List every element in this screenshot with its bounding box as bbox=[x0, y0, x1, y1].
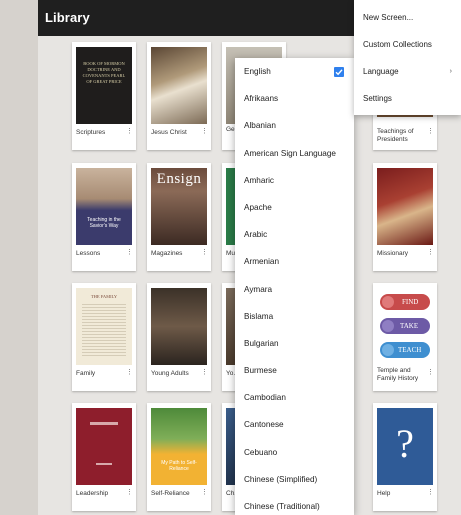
card-label: Magazines bbox=[151, 250, 183, 257]
young-adults-cover bbox=[151, 288, 207, 365]
app-title: Library bbox=[45, 10, 90, 25]
more-options-icon[interactable]: ⋮ bbox=[427, 489, 434, 496]
scriptures-cover: BOOK OF MORMON DOCTRINE AND COVENANTS PE… bbox=[76, 47, 132, 124]
family-cover-text: THE FAMILY bbox=[90, 294, 118, 299]
take-badge: TAKE bbox=[380, 318, 430, 334]
more-options-icon[interactable]: ⋮ bbox=[126, 489, 133, 496]
menu-item-new-screen[interactable]: New Screen... bbox=[354, 4, 461, 31]
lessons-cover: Teaching in the Savior's Way bbox=[76, 168, 132, 245]
library-card-leadership[interactable]: Leadership ⋮ bbox=[72, 403, 136, 511]
teach-icon bbox=[382, 344, 394, 356]
card-label: Scriptures bbox=[76, 129, 106, 136]
language-option-american-sign-language[interactable]: American Sign Language bbox=[235, 140, 354, 167]
menu-item-settings[interactable]: Settings bbox=[354, 85, 461, 112]
more-options-icon[interactable]: ⋮ bbox=[126, 128, 133, 135]
magazines-cover: Ensign bbox=[151, 168, 207, 245]
language-option-cambodian[interactable]: Cambodian bbox=[235, 384, 354, 411]
more-options-icon[interactable]: ⋮ bbox=[201, 489, 208, 496]
library-card-magazines[interactable]: Ensign Magazines ⋮ bbox=[147, 163, 211, 271]
teach-badge-label: TEACH bbox=[398, 346, 422, 354]
menu-item-custom-collections[interactable]: Custom Collections bbox=[354, 31, 461, 58]
find-icon bbox=[382, 296, 394, 308]
library-card-family[interactable]: THE FAMILY Family ⋮ bbox=[72, 283, 136, 391]
card-label: Young Adults bbox=[151, 370, 189, 377]
more-options-icon[interactable]: ⋮ bbox=[427, 249, 434, 256]
card-label: Leadership bbox=[76, 490, 109, 497]
language-option-chinese-simplified[interactable]: Chinese (Simplified) bbox=[235, 466, 354, 493]
card-label: Teachings of Presidents bbox=[377, 128, 414, 143]
chevron-right-icon: › bbox=[449, 68, 452, 75]
library-card-temple-and-family-history[interactable]: FIND TAKE TEACH Temple and Family Histor… bbox=[373, 283, 437, 391]
language-option-chinese-traditional[interactable]: Chinese (Traditional) bbox=[235, 493, 354, 515]
language-option-cebuano[interactable]: Cebuano bbox=[235, 439, 354, 466]
family-proclamation-text-lines bbox=[82, 304, 126, 356]
language-option-burmese[interactable]: Burmese bbox=[235, 357, 354, 384]
language-option-label: English bbox=[244, 67, 271, 76]
lessons-cover-text: Teaching in the Savior's Way bbox=[87, 217, 121, 229]
card-label: Missionary bbox=[377, 250, 409, 257]
card-label: Lessons bbox=[76, 250, 101, 257]
leadership-cover-rule bbox=[90, 422, 118, 425]
help-question-icon: ? bbox=[396, 421, 414, 466]
language-option-amharic[interactable]: Amharic bbox=[235, 167, 354, 194]
checkmark-icon bbox=[334, 67, 344, 77]
library-card-missionary[interactable]: Missionary ⋮ bbox=[373, 163, 437, 271]
card-label: Temple and Family History bbox=[377, 367, 419, 382]
self-reliance-cover: My Path to Self-Reliance bbox=[151, 408, 207, 485]
leadership-cover bbox=[76, 408, 132, 485]
language-option-armenian[interactable]: Armenian bbox=[235, 248, 354, 275]
more-options-icon[interactable]: ⋮ bbox=[126, 249, 133, 256]
help-cover: ? bbox=[377, 408, 433, 485]
language-option-apache[interactable]: Apache bbox=[235, 194, 354, 221]
language-option-arabic[interactable]: Arabic bbox=[235, 221, 354, 248]
library-card-help[interactable]: ? Help ⋮ bbox=[373, 403, 437, 511]
self-reliance-cover-text: My Path to Self-Reliance bbox=[161, 460, 197, 472]
left-margin bbox=[0, 0, 38, 515]
overflow-menu[interactable]: New Screen... Custom Collections Languag… bbox=[354, 0, 461, 115]
more-options-icon[interactable]: ⋮ bbox=[427, 128, 434, 135]
missionary-cover bbox=[377, 168, 433, 245]
leadership-cover-rule-bottom bbox=[96, 463, 112, 465]
find-badge-label: FIND bbox=[402, 298, 419, 306]
more-options-icon[interactable]: ⋮ bbox=[427, 369, 434, 376]
library-card-young-adults[interactable]: Young Adults ⋮ bbox=[147, 283, 211, 391]
scriptures-cover-text: BOOK OF MORMON DOCTRINE AND COVENANTS PE… bbox=[82, 61, 126, 84]
more-options-icon[interactable]: ⋮ bbox=[201, 249, 208, 256]
language-option-bulgarian[interactable]: Bulgarian bbox=[235, 330, 354, 357]
take-badge-label: TAKE bbox=[400, 322, 419, 330]
language-option-english[interactable]: English bbox=[235, 58, 354, 85]
family-cover: THE FAMILY bbox=[76, 288, 132, 365]
menu-item-language[interactable]: Language › bbox=[354, 58, 461, 85]
language-menu[interactable]: English Afrikaans Albanian American Sign… bbox=[235, 58, 354, 515]
jesus-christ-cover bbox=[151, 47, 207, 124]
library-card-scriptures[interactable]: BOOK OF MORMON DOCTRINE AND COVENANTS PE… bbox=[72, 42, 136, 150]
library-card-lessons[interactable]: Teaching in the Savior's Way Lessons ⋮ bbox=[72, 163, 136, 271]
card-label: Jesus Christ bbox=[151, 129, 187, 136]
take-icon bbox=[382, 320, 394, 332]
magazines-cover-text: Ensign bbox=[156, 171, 202, 187]
more-options-icon[interactable]: ⋮ bbox=[201, 128, 208, 135]
card-label: Family bbox=[76, 370, 96, 377]
library-card-jesus-christ[interactable]: Jesus Christ ⋮ bbox=[147, 42, 211, 150]
find-badge: FIND bbox=[380, 294, 430, 310]
more-options-icon[interactable]: ⋮ bbox=[201, 369, 208, 376]
card-label: Help bbox=[377, 490, 391, 497]
language-option-afrikaans[interactable]: Afrikaans bbox=[235, 85, 354, 112]
card-label: Self-Reliance bbox=[151, 490, 190, 497]
language-option-albanian[interactable]: Albanian bbox=[235, 112, 354, 139]
teach-badge: TEACH bbox=[380, 342, 430, 358]
library-card-self-reliance[interactable]: My Path to Self-Reliance Self-Reliance ⋮ bbox=[147, 403, 211, 511]
language-option-bislama[interactable]: Bislama bbox=[235, 303, 354, 330]
language-option-aymara[interactable]: Aymara bbox=[235, 276, 354, 303]
menu-item-language-label: Language bbox=[363, 67, 399, 76]
language-option-cantonese[interactable]: Cantonese bbox=[235, 411, 354, 438]
temple-cover: FIND TAKE TEACH bbox=[377, 288, 433, 365]
more-options-icon[interactable]: ⋮ bbox=[126, 369, 133, 376]
